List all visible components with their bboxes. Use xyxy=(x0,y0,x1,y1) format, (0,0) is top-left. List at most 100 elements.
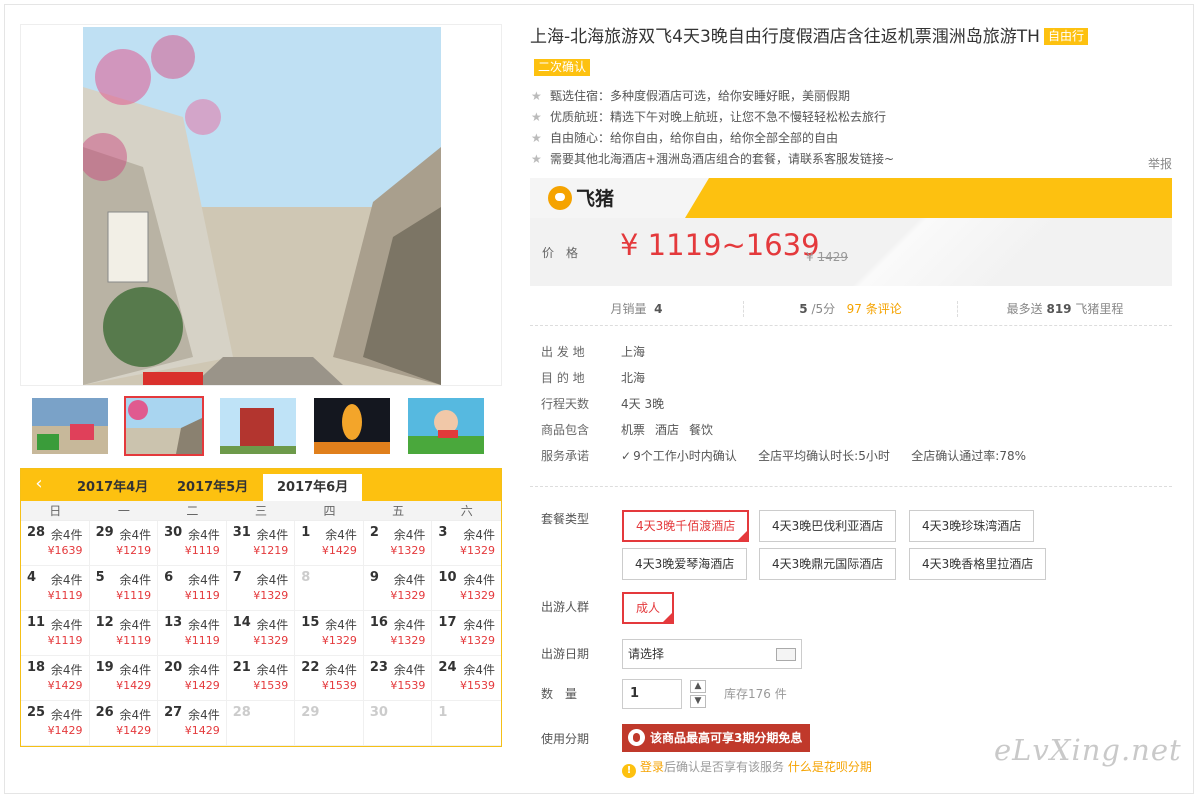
calendar-day[interactable]: 19 余4件 ¥1429 xyxy=(89,656,159,701)
quantity-up-icon[interactable]: ▲ xyxy=(690,680,706,693)
calendar-day[interactable]: 1 余4件 ¥1429 xyxy=(295,521,364,566)
calendar-day-stock: 余4件 xyxy=(119,708,152,722)
calendar-day[interactable]: 28 余4件 ¥1639 xyxy=(21,521,90,566)
thumbnail-2[interactable] xyxy=(124,396,204,456)
report-link[interactable]: 举报 xyxy=(1148,155,1172,172)
calendar-day-stock: 余4件 xyxy=(188,663,220,677)
thumbnail-3[interactable] xyxy=(218,396,298,456)
calendar-day[interactable]: 26 余4件 ¥1429 xyxy=(89,701,159,746)
package-option-4[interactable]: 4天3晚爱琴海酒店 xyxy=(622,548,748,580)
calendar-icon[interactable] xyxy=(776,648,796,661)
calendar-day[interactable]: 16 余4件 ¥1329 xyxy=(363,611,433,656)
calendar-day: 28 xyxy=(226,701,296,746)
calendar-day[interactable]: 11 余4件 ¥1119 xyxy=(21,611,90,656)
calendar-day-stock: 余4件 xyxy=(256,618,289,632)
calendar-day-number: 12 xyxy=(95,615,114,630)
calendar-day[interactable]: 30 余4件 ¥1119 xyxy=(158,521,227,566)
calendar-day-stock: 余4件 xyxy=(393,528,426,542)
calendar-day-price: ¥1119 xyxy=(116,589,152,602)
package-option-6[interactable]: 4天3晚香格里拉酒店 xyxy=(909,548,1047,580)
crowd-option-adult[interactable]: 成人 xyxy=(622,592,675,624)
calendar-day[interactable]: 27 余4件 ¥1429 xyxy=(158,701,227,746)
calendar-prev-icon[interactable]: ‹ xyxy=(27,473,51,497)
calendar-day-number: 7 xyxy=(232,570,242,585)
calendar-day[interactable]: 7 余4件 ¥1329 xyxy=(226,566,296,611)
calendar-day-price: ¥1639 xyxy=(47,544,83,557)
calendar-day-stock: 余4件 xyxy=(393,663,426,677)
tab-month-april[interactable]: 2017年4月 xyxy=(63,474,162,501)
package-option-3[interactable]: 4天3晚珍珠湾酒店 xyxy=(909,510,1035,542)
calendar-day[interactable]: 9 余4件 ¥1329 xyxy=(363,566,433,611)
weekday-label: 二 xyxy=(186,504,199,518)
calendar-day-number: 17 xyxy=(438,615,457,630)
calendar-day[interactable]: 22 余4件 ¥1539 xyxy=(295,656,364,701)
package-option-1[interactable]: 4天3晚千佰渡酒店 xyxy=(622,510,750,542)
calendar-day-price: ¥1329 xyxy=(390,544,426,557)
package-option-2[interactable]: 4天3晚巴伐利亚酒店 xyxy=(759,510,897,542)
calendar-day-number: 29 xyxy=(95,525,114,540)
review-count[interactable]: 97 条评论 xyxy=(847,302,902,316)
calendar-day-stock: 余4件 xyxy=(119,528,152,542)
thumbnail-5[interactable] xyxy=(406,396,486,456)
tab-month-june[interactable]: 2017年6月 xyxy=(263,474,363,501)
quantity-input[interactable]: 1 xyxy=(622,679,682,709)
calendar-day-stock: 余4件 xyxy=(325,663,357,677)
calendar-day[interactable]: 3 余4件 ¥1329 xyxy=(432,521,501,566)
thumbnail-4[interactable] xyxy=(312,396,392,456)
main-photo xyxy=(20,24,502,386)
calendar-day[interactable]: 12 余4件 ¥1119 xyxy=(89,611,159,656)
calendar-day-number: 5 xyxy=(95,570,105,585)
calendar-day[interactable]: 20 余4件 ¥1429 xyxy=(158,656,227,701)
rating-reviews[interactable]: 5 /5分 97 条评论 xyxy=(744,300,958,317)
calendar-day-number: 1 xyxy=(438,705,448,720)
calendar-day[interactable]: 2 余4件 ¥1329 xyxy=(363,521,433,566)
calendar-day[interactable]: 31 余4件 ¥1219 xyxy=(226,521,296,566)
calendar-day-stock: 余4件 xyxy=(325,528,357,542)
include-item: 机票 xyxy=(621,423,646,437)
calendar-header: ‹ 2017年4月 2017年5月 2017年6月 xyxy=(21,469,501,501)
calendar-day-number: 23 xyxy=(369,660,388,675)
calendar-day-number: 16 xyxy=(369,615,388,630)
date-label: 出游日期 xyxy=(541,647,590,661)
login-link[interactable]: 登录 xyxy=(640,760,664,774)
calendar-day-number: 2 xyxy=(369,525,379,540)
calendar-day-number: 10 xyxy=(438,570,457,585)
price-box: 价格 ¥ 1119~1639 ¥ 1429 xyxy=(530,218,1172,286)
calendar-day[interactable]: 21 余4件 ¥1539 xyxy=(226,656,296,701)
quantity-down-icon[interactable]: ▼ xyxy=(690,695,706,708)
calendar-day[interactable]: 23 余4件 ¥1539 xyxy=(363,656,433,701)
thumbnail-strip xyxy=(20,392,502,460)
package-option-5[interactable]: 4天3晚鼎元国际酒店 xyxy=(759,548,897,580)
calendar-day[interactable]: 29 余4件 ¥1219 xyxy=(89,521,159,566)
calendar-day-stock: 余4件 xyxy=(256,528,289,542)
huabei-help-link[interactable]: 什么是花呗分期 xyxy=(788,760,872,774)
tab-month-may[interactable]: 2017年5月 xyxy=(163,474,262,501)
calendar-day[interactable]: 24 余4件 ¥1539 xyxy=(432,656,501,701)
calendar-day[interactable]: 5 余4件 ¥1119 xyxy=(89,566,159,611)
calendar-day-stock: 余4件 xyxy=(119,573,152,587)
calendar-day-stock: 余4件 xyxy=(463,618,495,632)
travel-date-input[interactable]: 请选择 xyxy=(622,639,802,669)
calendar-day[interactable]: 6 余4件 ¥1119 xyxy=(158,566,227,611)
calendar-day-price: ¥1539 xyxy=(459,679,495,692)
thumbnail-1[interactable] xyxy=(30,396,110,456)
calendar-day[interactable]: 25 余4件 ¥1429 xyxy=(21,701,90,746)
calendar-day[interactable]: 15 余4件 ¥1329 xyxy=(295,611,364,656)
huabei-icon xyxy=(628,729,645,746)
calendar-day[interactable]: 14 余4件 ¥1329 xyxy=(226,611,296,656)
calendar-day[interactable]: 4 余4件 ¥1119 xyxy=(21,566,90,611)
street-photo-image xyxy=(83,27,441,385)
calendar-day-price: ¥1119 xyxy=(184,589,220,602)
calendar-day-price: ¥1329 xyxy=(459,589,495,602)
installment-button[interactable]: 该商品最高可享3期分期免息 xyxy=(622,724,811,752)
calendar-day-price: ¥1539 xyxy=(390,679,426,692)
calendar-day-number: 30 xyxy=(369,705,388,720)
calendar-day[interactable]: 13 余4件 ¥1119 xyxy=(158,611,227,656)
calendar-day[interactable]: 17 余4件 ¥1329 xyxy=(432,611,501,656)
calendar-day-number: 11 xyxy=(27,615,46,630)
calendar-day[interactable]: 18 余4件 ¥1429 xyxy=(21,656,90,701)
calendar-day[interactable]: 10 余4件 ¥1329 xyxy=(432,566,501,611)
product-detail: 上海-北海旅游双飞4天3晚自由行度假酒店含往返机票涠洲岛旅游TH 自由行 二次确认… xyxy=(530,24,1172,778)
feature-list: 甄选住宿：多种度假酒店可选，给你安睡好眠，美丽假期 优质航班：精选下午对晚上航班… xyxy=(530,86,1172,170)
calendar-day-stock: 余4件 xyxy=(50,618,83,632)
